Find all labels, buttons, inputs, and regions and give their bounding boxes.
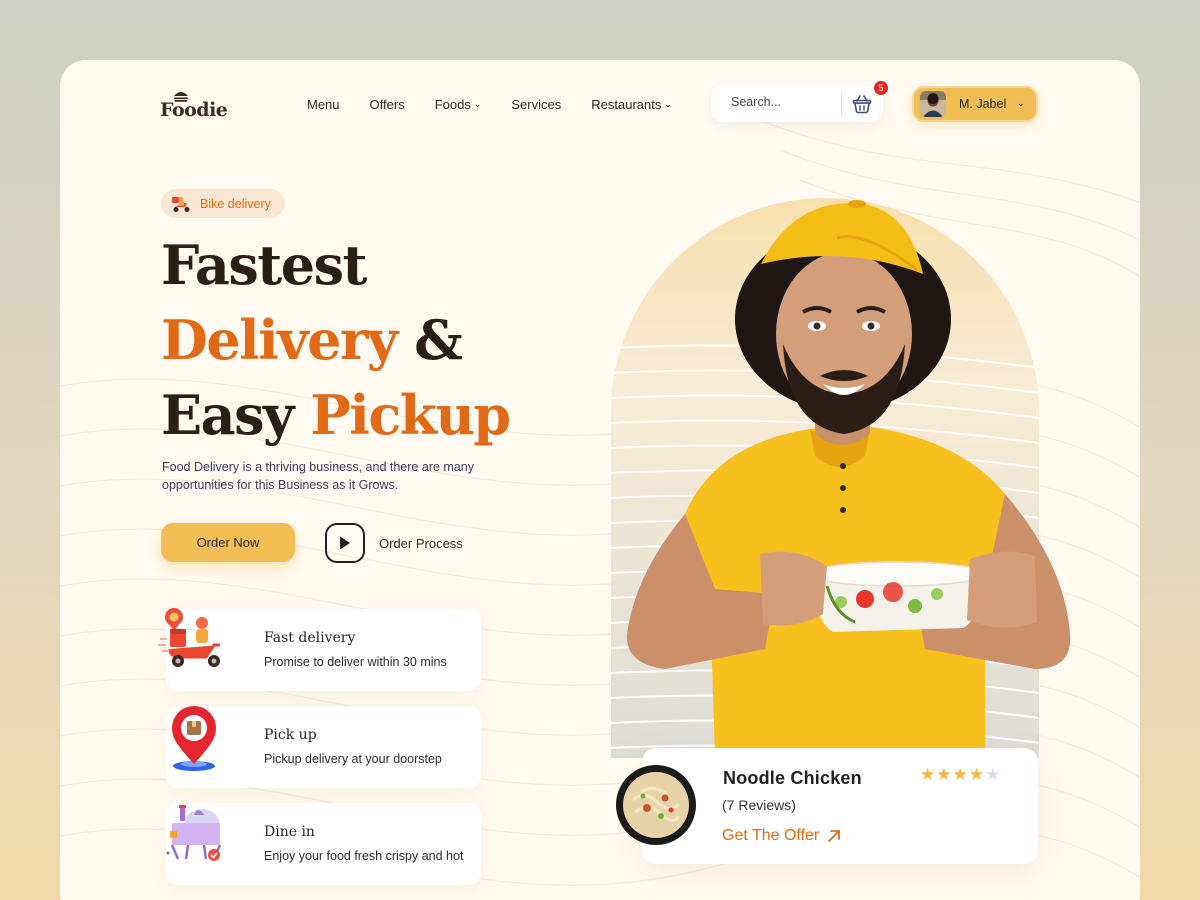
brand-logo[interactable]: Foodie [160, 90, 240, 122]
brand-name: Foodie [160, 99, 228, 121]
star-icon: ★ [952, 765, 968, 784]
main-nav: Menu Offers Foods ⌄ Services Restaurants ⌄ [307, 97, 702, 112]
hero-description: Food Delivery is a thriving business, an… [162, 460, 474, 492]
headline-ampersand: & [396, 308, 463, 372]
arrow-up-right-icon [828, 830, 841, 842]
nav-offers[interactable]: Offers [370, 97, 405, 112]
feature-title: Fast delivery [264, 630, 356, 646]
rating-stars: ★ ★ ★ ★ ★ [920, 766, 1000, 784]
chevron-down-icon: ⌄ [664, 99, 672, 109]
product-reviews: (7 Reviews) [722, 797, 796, 813]
chevron-down-icon: ⌄ [473, 99, 482, 109]
search-divider [841, 92, 842, 116]
noodle-bowl-image [616, 765, 696, 845]
nav-foods-label: Foods [434, 97, 471, 112]
star-empty-icon: ★ [985, 765, 1001, 784]
delivery-person-image [626, 200, 1071, 754]
product-card: Noodle Chicken (7 Reviews) ★ ★ ★ ★ ★ Get… [616, 748, 1038, 864]
scooter-icon [158, 608, 220, 667]
feature-card-pick-up: Pick up Pickup delivery at your doorstep [166, 706, 481, 788]
landing-card: Foodie Menu Offers Foods ⌄ Services Resta… [60, 60, 1140, 900]
nav-offers-label: Offers [369, 97, 405, 112]
user-name: M. Jabel [959, 97, 1007, 111]
chevron-down-icon: ⌄ [1017, 98, 1025, 108]
cart-count-badge: 5 [872, 79, 890, 97]
search-box [711, 86, 883, 122]
bike-delivery-badge: Bike delivery [161, 189, 285, 218]
dining-table-icon [166, 805, 222, 861]
bike-delivery-label: Bike delivery [200, 196, 271, 211]
star-icon: ★ [920, 765, 936, 784]
star-icon: ★ [936, 765, 952, 784]
nav-menu[interactable]: Menu [307, 97, 340, 112]
hero-headline: Fastest Delivery & Easy Pickup [161, 228, 511, 453]
play-icon [325, 523, 365, 563]
search-input[interactable] [731, 95, 836, 109]
product-name: Noodle Chicken [723, 768, 862, 788]
star-icon: ★ [968, 765, 984, 784]
get-offer-link[interactable]: Get The Offer [722, 827, 841, 845]
headline-line-1: Fastest [161, 233, 367, 297]
feature-subtitle: Enjoy your food fresh crispy and hot [264, 849, 464, 863]
headline-line-3: Easy Pickup [161, 378, 511, 453]
headline-line-2: Delivery & [161, 303, 510, 378]
feature-title: Dine in [264, 824, 315, 840]
get-offer-label: Get The Offer [722, 827, 820, 844]
order-process-button[interactable]: Order Process [325, 523, 475, 563]
feature-subtitle: Promise to deliver within 30 mins [264, 655, 447, 669]
feature-card-dine-in: Dine in Enjoy your food fresh crispy and… [166, 803, 481, 885]
headline-delivery: Delivery [161, 308, 398, 372]
headline-easy: Easy [161, 383, 311, 447]
nav-services-label: Services [511, 97, 562, 112]
nav-menu-label: Menu [307, 97, 340, 112]
feature-subtitle: Pickup delivery at your doorstep [264, 752, 442, 766]
basket-icon[interactable] [851, 93, 873, 115]
feature-card-fast-delivery: Fast delivery Promise to deliver within … [158, 608, 481, 691]
user-avatar [920, 91, 946, 117]
nav-services[interactable]: Services [511, 97, 561, 112]
nav-restaurants[interactable]: Restaurants ⌄ [591, 97, 672, 112]
user-menu-button[interactable]: M. Jabel ⌄ [912, 86, 1038, 122]
nav-foods[interactable]: Foods ⌄ [435, 97, 482, 112]
order-now-button[interactable]: Order Now [161, 523, 295, 562]
order-process-label: Order Process [379, 536, 463, 551]
location-pin-icon [172, 706, 216, 771]
scooter-icon [172, 196, 190, 212]
feature-title: Pick up [264, 727, 317, 743]
headline-pickup: Pickup [310, 383, 511, 447]
nav-restaurants-label: Restaurants [591, 97, 662, 112]
